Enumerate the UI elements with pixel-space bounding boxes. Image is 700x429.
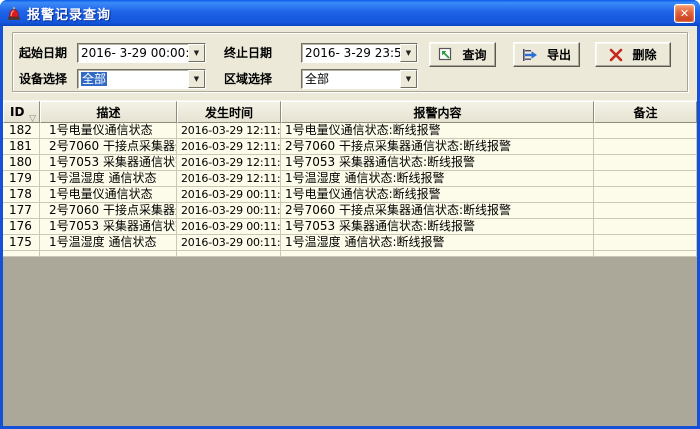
- cell-id: 177: [3, 203, 40, 219]
- start-date-label: 起始日期: [19, 43, 67, 63]
- cell-content: 1号温湿度 通信状态:断线报警: [281, 171, 594, 187]
- query-button[interactable]: 查询: [429, 42, 496, 67]
- chevron-down-icon: ▼: [194, 75, 199, 83]
- cell-time: 2016-03-29 12:11:5: [177, 139, 281, 155]
- delete-icon: [609, 48, 623, 62]
- table-row[interactable]: 1821号电量仪通信状态2016-03-29 12:11:51号电量仪通信状态:…: [3, 123, 697, 139]
- end-date-value: 2016- 3-29 23:59:59: [302, 44, 400, 62]
- cell-note: [594, 187, 697, 203]
- cell-note: [594, 203, 697, 219]
- table-row[interactable]: 1791号温湿度 通信状态2016-03-29 12:11:51号温湿度 通信状…: [3, 171, 697, 187]
- cell-time: 2016-03-29 00:11:5: [177, 203, 281, 219]
- table-row[interactable]: 1812号7060 干接点采集器通信状态2016-03-29 12:11:52号…: [3, 139, 697, 155]
- start-date-picker[interactable]: 2016- 3-29 00:00:00 ▼: [77, 43, 206, 63]
- filter-panel: 起始日期 2016- 3-29 00:00:00 ▼ 终止日期 2016- 3-…: [3, 26, 697, 100]
- cell-id: 176: [3, 219, 40, 235]
- header-description[interactable]: 描述: [40, 101, 177, 123]
- export-button[interactable]: 导出: [513, 42, 580, 67]
- cell-time: 2016-03-29 00:11:5: [177, 235, 281, 251]
- cell-content: 1号电量仪通信状态:断线报警: [281, 187, 594, 203]
- area-select-label: 区域选择: [224, 69, 272, 89]
- start-date-dropdown-button[interactable]: ▼: [188, 44, 205, 62]
- cell-desc: 1号电量仪通信状态: [40, 123, 177, 139]
- close-button[interactable]: ✕: [674, 4, 695, 23]
- query-icon: [438, 47, 453, 62]
- app-window: 报警记录查询 ✕ 起始日期 2016- 3-29 00:00:00 ▼ 终止日期…: [0, 0, 700, 429]
- cell-time: 2016-03-29 12:11:5: [177, 123, 281, 139]
- cell-note: [594, 139, 697, 155]
- cell-note: [594, 235, 697, 251]
- area-select[interactable]: 全部 ▼: [301, 69, 418, 89]
- cell-note: [594, 155, 697, 171]
- cell-time: 2016-03-29 00:11:5: [177, 219, 281, 235]
- table-header: ID ▽ 描述 发生时间 报警内容 备注: [3, 101, 697, 123]
- header-id[interactable]: ID ▽: [3, 101, 40, 123]
- cell-id: 175: [3, 235, 40, 251]
- empty-workspace: [3, 257, 697, 426]
- cell-id: 178: [3, 187, 40, 203]
- cell-desc: 1号7053 采集器通信状态: [40, 155, 177, 171]
- table-row[interactable]: 1781号电量仪通信状态2016-03-29 00:11:51号电量仪通信状态:…: [3, 187, 697, 203]
- cell-content: 2号7060 干接点采集器通信状态:断线报警: [281, 203, 594, 219]
- end-date-dropdown-button[interactable]: ▼: [400, 44, 417, 62]
- titlebar: 报警记录查询 ✕: [0, 0, 700, 26]
- chevron-down-icon: ▼: [406, 49, 411, 57]
- delete-button[interactable]: 删除: [595, 42, 671, 67]
- export-button-label: 导出: [547, 46, 571, 63]
- delete-button-label: 删除: [632, 46, 656, 63]
- window-title: 报警记录查询: [27, 4, 111, 23]
- grid-body: 1821号电量仪通信状态2016-03-29 12:11:51号电量仪通信状态:…: [3, 123, 697, 251]
- cell-content: 1号电量仪通信状态:断线报警: [281, 123, 594, 139]
- end-date-label: 终止日期: [224, 43, 272, 63]
- filter-groupbox: 起始日期 2016- 3-29 00:00:00 ▼ 终止日期 2016- 3-…: [12, 32, 688, 92]
- table-row[interactable]: 1761号7053 采集器通信状态2016-03-29 00:11:51号705…: [3, 219, 697, 235]
- start-date-value: 2016- 3-29 00:00:00: [78, 44, 188, 62]
- cell-note: [594, 123, 697, 139]
- cell-note: [594, 171, 697, 187]
- sort-desc-icon: ▽: [29, 114, 36, 123]
- cell-time: 2016-03-29 12:11:5: [177, 155, 281, 171]
- header-time[interactable]: 发生时间: [177, 101, 281, 123]
- cell-desc: 1号7053 采集器通信状态: [40, 219, 177, 235]
- close-icon: ✕: [680, 7, 689, 20]
- cell-content: 1号7053 采集器通信状态:断线报警: [281, 155, 594, 171]
- cell-desc: 2号7060 干接点采集器通信状态: [40, 203, 177, 219]
- table-row[interactable]: 1772号7060 干接点采集器通信状态2016-03-29 00:11:52号…: [3, 203, 697, 219]
- area-dropdown-button[interactable]: ▼: [400, 70, 417, 88]
- header-alarm-content[interactable]: 报警内容: [281, 101, 594, 123]
- chevron-down-icon: ▼: [406, 75, 411, 83]
- cell-id: 181: [3, 139, 40, 155]
- device-dropdown-button[interactable]: ▼: [188, 70, 205, 88]
- table-row[interactable]: 1801号7053 采集器通信状态2016-03-29 12:11:51号705…: [3, 155, 697, 171]
- export-icon: [522, 48, 538, 62]
- device-select-label: 设备选择: [19, 69, 67, 89]
- cell-id: 179: [3, 171, 40, 187]
- cell-note: [594, 219, 697, 235]
- header-note[interactable]: 备注: [594, 101, 697, 123]
- cell-desc: 1号温湿度 通信状态: [40, 235, 177, 251]
- device-select[interactable]: 全部 ▼: [77, 69, 206, 89]
- cell-time: 2016-03-29 12:11:5: [177, 171, 281, 187]
- cell-id: 180: [3, 155, 40, 171]
- end-date-picker[interactable]: 2016- 3-29 23:59:59 ▼: [301, 43, 418, 63]
- chevron-down-icon: ▼: [194, 49, 199, 57]
- alarm-table: ID ▽ 描述 发生时间 报警内容 备注 1821号电量仪通信状态2016-03…: [3, 100, 697, 426]
- cell-content: 2号7060 干接点采集器通信状态:断线报警: [281, 139, 594, 155]
- cell-content: 1号7053 采集器通信状态:断线报警: [281, 219, 594, 235]
- cell-content: 1号温湿度 通信状态:断线报警: [281, 235, 594, 251]
- device-select-value: 全部: [78, 70, 188, 88]
- cell-desc: 1号电量仪通信状态: [40, 187, 177, 203]
- cell-id: 182: [3, 123, 40, 139]
- alarm-siren-icon: [6, 5, 22, 21]
- client-area: 起始日期 2016- 3-29 00:00:00 ▼ 终止日期 2016- 3-…: [3, 26, 697, 426]
- cell-desc: 2号7060 干接点采集器通信状态: [40, 139, 177, 155]
- area-select-value: 全部: [302, 70, 400, 88]
- cell-desc: 1号温湿度 通信状态: [40, 171, 177, 187]
- cell-time: 2016-03-29 00:11:5: [177, 187, 281, 203]
- query-button-label: 查询: [462, 46, 486, 63]
- table-row[interactable]: 1751号温湿度 通信状态2016-03-29 00:11:51号温湿度 通信状…: [3, 235, 697, 251]
